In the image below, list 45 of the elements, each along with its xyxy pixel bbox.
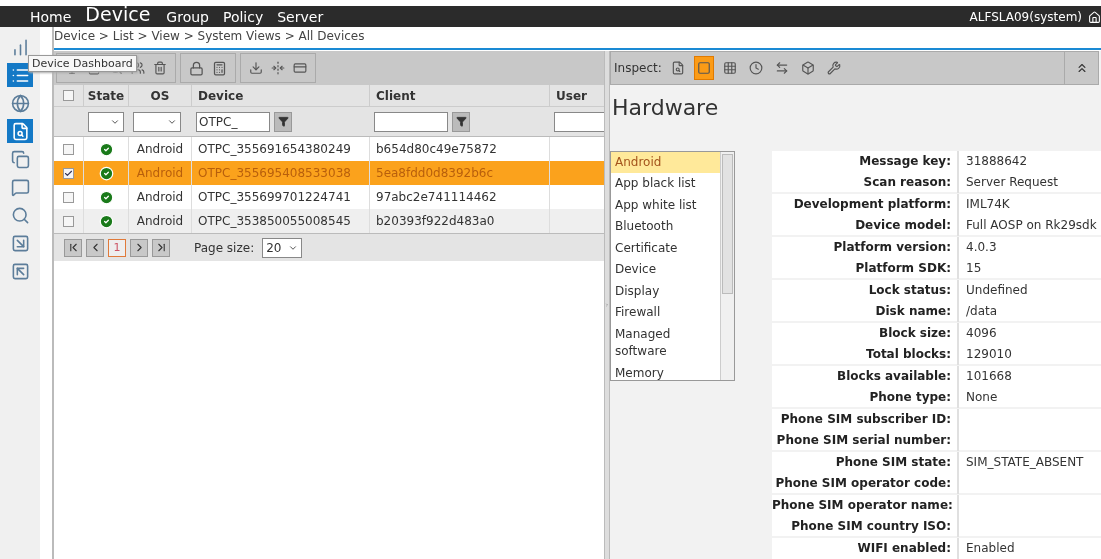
property-label: Total blocks: [772, 344, 959, 365]
property-value: /data [965, 303, 999, 320]
property-label: Blocks available: [772, 365, 959, 387]
user-name: ALFSLA09(system) [969, 10, 1082, 24]
property-label: Phone SIM state: [772, 451, 959, 473]
property-label: Phone type: [772, 387, 959, 408]
page-size-label: Page size: [194, 240, 255, 255]
property-value: IML74K [965, 195, 1011, 213]
property-value: 15 [965, 260, 983, 277]
inspect-label: Inspect: [614, 61, 662, 75]
property-label: Lock status: [772, 279, 959, 301]
property-value: None [965, 389, 999, 406]
property-label: Platform version: [772, 236, 959, 258]
property-value: Full AOSP on Rk29sdk [965, 217, 1098, 234]
property-value: 4.0.3 [965, 238, 998, 256]
property-label: Phone SIM serial number: [772, 430, 959, 451]
property-label: Phone SIM subscriber ID: [772, 408, 959, 430]
section-title: Hardware [611, 94, 720, 122]
property-label: Device model: [772, 215, 959, 236]
tooltip: Device Dashboard [28, 55, 137, 72]
table-cell: OTPC_355695408533038 [192, 161, 370, 185]
property-value: Server Request [965, 174, 1059, 191]
table-cell: 5ea8fdd0d8392b6c [370, 161, 550, 185]
property-label: Platform SDK: [772, 258, 959, 279]
table-cell: Android [129, 161, 192, 185]
property-label: Phone SIM operator code: [772, 473, 959, 494]
property-label: Message key: [772, 150, 959, 172]
property-label: Scan reason: [772, 172, 959, 193]
table-cell: Android [129, 209, 192, 233]
property-value: SIM_STATE_ABSENT [965, 453, 1085, 471]
table-cell: b20393f922d483a0 [370, 209, 550, 233]
property-label: Phone SIM country ISO: [772, 516, 959, 537]
property-label: Disk name: [772, 301, 959, 322]
property-label: Block size: [772, 322, 959, 344]
property-value: Undefined [965, 281, 1029, 299]
table-cell: OTPC_353850055008545 [192, 209, 370, 233]
property-label: Development platform: [772, 193, 959, 215]
property-value: 101668 [965, 367, 1013, 385]
property-value: 31888642 [965, 152, 1029, 170]
property-label: WIFI enabled: [772, 537, 959, 559]
breadcrumb: Device > List > View > System Views > All Devices [54, 28, 366, 45]
property-value: Enabled [965, 539, 1016, 557]
property-value: 129010 [965, 346, 1013, 363]
property-value: 4096 [965, 324, 998, 342]
property-label: Phone SIM operator name: [772, 494, 959, 516]
